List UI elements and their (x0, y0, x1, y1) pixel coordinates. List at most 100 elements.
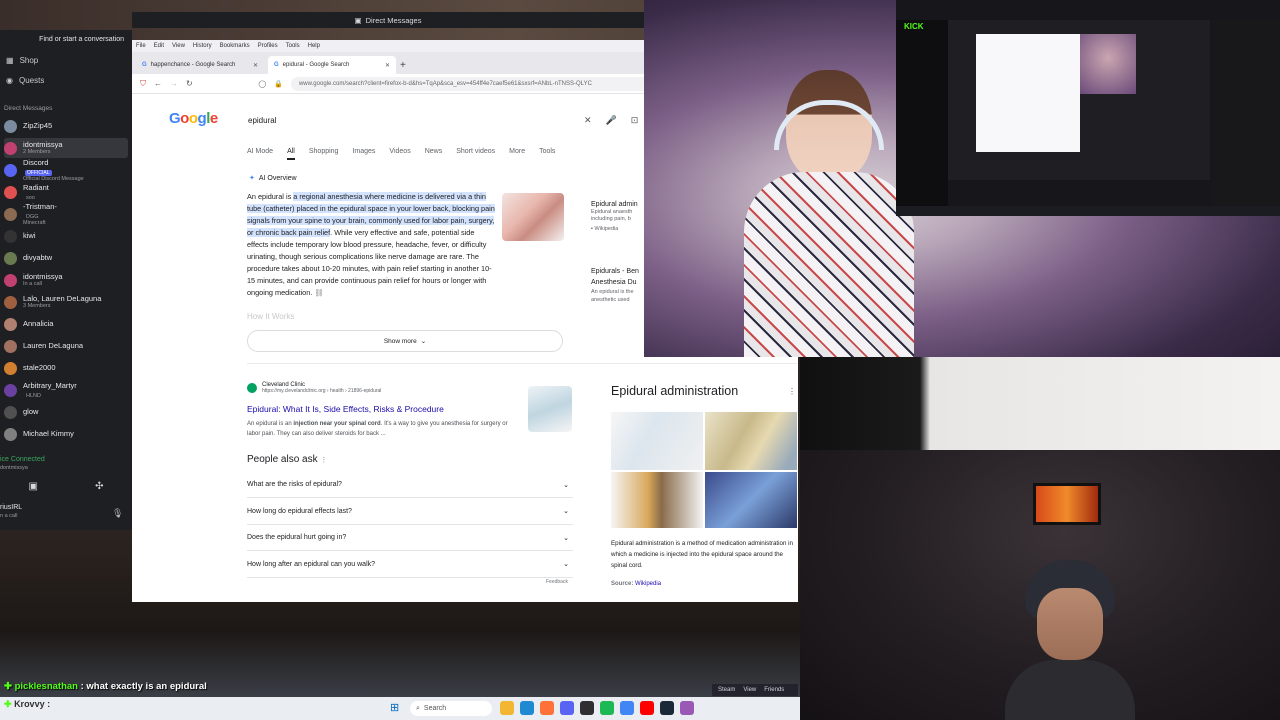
knowledge-panel-source: Source: Wikipedia (611, 581, 662, 587)
edge-icon[interactable] (520, 701, 534, 715)
filter-tab[interactable]: Shopping (309, 148, 339, 160)
taskbar-search[interactable]: ⌕ Search (410, 701, 492, 716)
background-tv (1033, 483, 1101, 525)
dm-item[interactable]: Discord OFFICIAL Official Discord Message (4, 158, 128, 182)
filter-tab[interactable]: News (425, 148, 443, 160)
paa-question[interactable]: How long do epidural effects last? ⌄ (247, 499, 573, 525)
dm-item[interactable]: Lalo, Lauren DeLaguna 3 Members (4, 292, 128, 312)
feedback-link[interactable]: Feedback (546, 579, 568, 585)
discord-icon[interactable] (560, 701, 574, 715)
screen-share-icon[interactable]: ▣ (29, 481, 38, 492)
paa-question[interactable]: What are the risks of epidural? ⌄ (247, 472, 573, 498)
dm-search[interactable]: Find or start a conversation (4, 36, 128, 48)
dm-name: ZipZip45 (23, 121, 53, 130)
clear-icon[interactable]: ✕ (584, 115, 592, 126)
dm-item[interactable]: Arbitrary_Martyr HLND (4, 380, 128, 400)
ai-overview-header: ✦ AI Overview (249, 174, 297, 183)
filter-tab[interactable]: Short videos (456, 148, 495, 160)
search-tools: ✕ 🎤 ⊡ (584, 115, 638, 126)
search-icon: ⌕ (416, 704, 420, 712)
close-icon[interactable]: ✕ (253, 62, 258, 69)
filter-tab[interactable]: All (287, 148, 295, 160)
ai-overview-faded-heading: How It Works (247, 312, 295, 321)
nav-shop[interactable]: ▦ Shop (6, 56, 38, 65)
activity-icon[interactable]: ✣ (95, 481, 103, 492)
filter-tab[interactable]: AI Mode (247, 148, 273, 160)
avatar (4, 427, 17, 441)
firefox-icon[interactable] (540, 701, 554, 715)
dm-item[interactable]: Annalicia (4, 314, 128, 334)
steam-icon[interactable] (660, 701, 674, 715)
paa-question[interactable]: How long after an epidural can you walk?… (247, 552, 573, 578)
dm-item[interactable]: stale2000 (4, 358, 128, 378)
dm-item[interactable]: Michael Kimmy (4, 424, 128, 444)
ai-source-card-1[interactable]: Epidural admin Epidural anaesth includin… (591, 200, 651, 233)
tab-epidural[interactable]: G epidural - Google Search ✕ (268, 56, 396, 74)
menu-item[interactable]: View (172, 43, 185, 49)
knowledge-panel-description: Epidural administration is a method of m… (611, 540, 793, 569)
dm-item[interactable]: Lauren DeLaguna (4, 336, 128, 356)
menu-item[interactable]: Profiles (258, 43, 278, 49)
youtube-icon[interactable] (640, 701, 654, 715)
menu-item[interactable]: History (193, 43, 212, 49)
knowledge-image-diagram[interactable] (611, 412, 703, 470)
avatar (4, 163, 17, 177)
tab-happenchance[interactable]: G happenchance - Google Search ✕ (136, 56, 264, 74)
windows-start-icon[interactable]: ⊞ (390, 701, 399, 714)
knowledge-image-spine[interactable] (705, 412, 797, 470)
new-tab-icon[interactable]: + (400, 60, 406, 71)
dm-subtitle: In a call (23, 281, 42, 287)
dm-name: -Tristman- (23, 201, 57, 211)
menu-item[interactable]: Bookmarks (220, 43, 250, 49)
close-icon[interactable]: ✕ (385, 62, 390, 69)
dm-item[interactable]: idontmissya In a call (4, 270, 128, 290)
google-logo[interactable]: Google (169, 110, 218, 127)
paa-question[interactable]: Does the epidural hurt going in? ⌄ (247, 525, 573, 551)
filter-tab[interactable]: Videos (389, 148, 410, 160)
link-icon: ⛓ (314, 288, 324, 297)
dm-item[interactable]: idontmissya 2 Members (4, 138, 128, 158)
result-thumbnail[interactable] (528, 386, 572, 432)
knowledge-image-injection[interactable] (705, 472, 797, 528)
stream-chat (1212, 20, 1280, 216)
windows-taskbar: ✚ Krovvy : ⊞ ⌕ Search (0, 697, 800, 720)
file-explorer-icon[interactable] (500, 701, 514, 715)
forward-icon[interactable]: → (170, 79, 178, 88)
chrome-icon[interactable] (620, 701, 634, 715)
menu-item[interactable]: Edit (154, 43, 164, 49)
reload-icon[interactable]: ↻ (186, 79, 193, 88)
menu-item[interactable]: Help (308, 43, 320, 49)
obs-icon[interactable] (580, 701, 594, 715)
dm-name: kiwi (23, 231, 36, 240)
shield-icon[interactable]: ◯ (258, 80, 266, 88)
mic-icon[interactable]: 🎤 (606, 115, 617, 126)
back-icon[interactable]: ← (154, 79, 162, 88)
ai-overview-image[interactable] (502, 193, 564, 241)
menu-item[interactable]: Tools (286, 43, 300, 49)
stream-taskbar (896, 206, 1280, 216)
dm-item[interactable]: Radiant soo (4, 182, 128, 202)
filter-tab[interactable]: More (509, 148, 525, 160)
bookmark-icon[interactable]: ⛉ (140, 79, 146, 89)
microphone-icon[interactable]: 🎙 (112, 508, 123, 519)
nav-quests[interactable]: ◉ Quests (6, 76, 44, 85)
dm-item[interactable]: ZipZip45 (4, 116, 128, 136)
dm-item[interactable]: divyabtw (4, 248, 128, 268)
dm-item[interactable]: kiwi (4, 226, 128, 246)
app-icon[interactable] (680, 701, 694, 715)
knowledge-image-vertebrae[interactable] (611, 472, 703, 528)
wikipedia-link[interactable]: Wikipedia (635, 581, 661, 587)
filter-tab[interactable]: Tools (539, 148, 555, 160)
ai-source-card-2[interactable]: Epidurals - Ben Anesthesia Du An epidura… (591, 266, 651, 304)
spotify-icon[interactable] (600, 701, 614, 715)
filter-tab[interactable]: Images (352, 148, 375, 160)
more-options-icon[interactable]: ⋮ (788, 387, 796, 396)
dm-item[interactable]: -Tristman- DGG Minecraft (4, 201, 128, 226)
show-more-button[interactable]: Show more ⌄ (247, 330, 563, 352)
menu-item[interactable]: File (136, 43, 146, 49)
result-source[interactable]: Cleveland Clinic https://my.clevelandcli… (247, 382, 381, 394)
dm-item[interactable]: glow (4, 402, 128, 422)
result-title-link[interactable]: Epidural: What It Is, Side Effects, Risk… (247, 404, 444, 414)
stream-browser-page (976, 34, 1080, 152)
lens-icon[interactable]: ⊡ (631, 115, 639, 126)
